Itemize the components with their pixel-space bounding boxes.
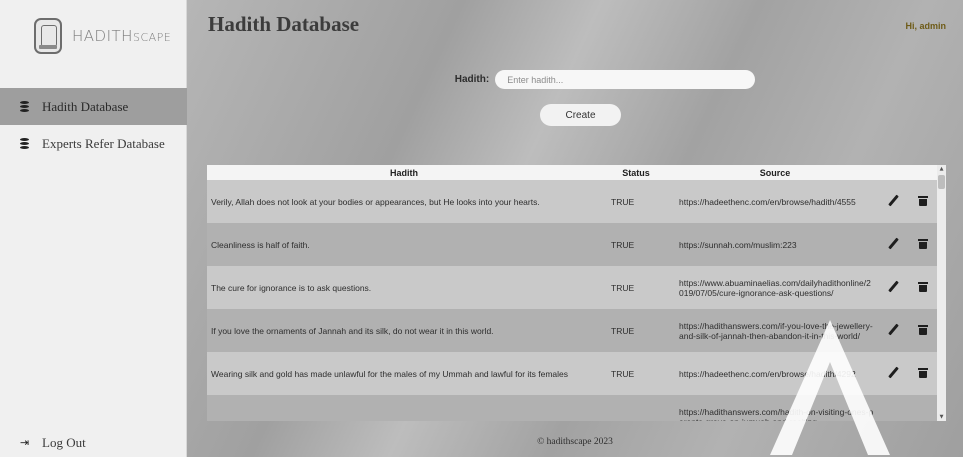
edit-button[interactable] [879,180,908,223]
pencil-icon [888,366,899,379]
table-row: Verily, Allah does not look at your bodi… [207,180,937,223]
hadith-cell: Cleanliness is half of faith. [211,239,310,250]
table-row: https://hadithanswers.com/hadith-on-visi… [207,395,937,421]
delete-button[interactable] [908,395,937,421]
delete-button[interactable] [908,309,937,352]
logout-button[interactable]: ⇥ Log Out [0,424,187,457]
database-icon [20,137,30,150]
status-cell: TRUE [611,325,635,336]
hadith-cell: The cure for ignorance is to ask questio… [211,282,372,293]
trash-icon [917,195,928,206]
pencil-icon [888,194,899,207]
sidebar-item-label: Experts Refer Database [42,135,165,151]
brand-name: HADITHSCAPE [72,27,172,45]
hadith-cell: Verily, Allah does not look at your bodi… [211,196,540,207]
status-cell: TRUE [611,239,635,250]
status-cell [601,395,671,421]
column-header-status[interactable]: Status [601,165,671,180]
logout-label: Log Out [42,434,86,450]
status-cell: TRUE [611,196,635,207]
database-icon [20,100,30,113]
hadith-cell: If you love the ornaments of Jannah and … [211,325,494,336]
scroll-down-arrow-icon[interactable]: ▼ [937,414,946,420]
trash-icon [917,281,928,292]
source-cell: https://hadithanswers.com/hadith-on-visi… [679,406,874,422]
status-cell: TRUE [611,282,635,293]
scroll-up-arrow-icon[interactable]: ▲ [937,166,946,172]
column-header-delete [908,165,937,180]
create-button[interactable]: Create [540,104,621,126]
source-cell: https://hadeethenc.com/en/browse/hadith/… [679,196,856,207]
source-cell: https://hadeethenc.com/en/browse/hadith/… [679,368,856,379]
edit-button[interactable] [879,309,908,352]
hadith-table: Hadith Status Source Verily, Allah does … [207,165,937,421]
hadith-table-container: Hadith Status Source Verily, Allah does … [207,165,946,421]
trash-icon [917,367,928,378]
edit-button[interactable] [879,352,908,395]
delete-button[interactable] [908,180,937,223]
scrollbar-thumb[interactable] [938,175,945,189]
main-content: Hadith Database Hi, admin Hadith: Create… [187,0,963,457]
trash-icon [917,238,928,249]
table-row: Wearing silk and gold has made unlawful … [207,352,937,395]
table-row: Cleanliness is half of faith. TRUE https… [207,223,937,266]
hadith-form: Hadith: [187,70,963,89]
hadith-input[interactable] [495,70,756,89]
user-greeting: Hi, admin [905,21,946,31]
hadith-label: Hadith: [454,74,490,85]
column-header-edit [879,165,908,180]
book-stand-icon [34,18,62,54]
table-header-row: Hadith Status Source [207,165,937,180]
hadith-cell [207,395,601,421]
table-row: The cure for ignorance is to ask questio… [207,266,937,309]
delete-button[interactable] [908,223,937,266]
table-scrollbar[interactable]: ▲ ▼ [937,165,946,421]
edit-button[interactable] [879,395,908,421]
pencil-icon [888,237,899,250]
trash-icon [917,324,928,335]
sidebar: HADITHSCAPE Hadith Database Experts Refe… [0,0,187,457]
source-cell: https://hadithanswers.com/if-you-love-th… [679,320,873,341]
edit-button[interactable] [879,223,908,266]
page-title: Hadith Database [208,12,360,36]
sign-out-icon: ⇥ [20,436,30,449]
column-header-hadith[interactable]: Hadith [207,165,601,180]
pencil-icon [888,280,899,293]
delete-button[interactable] [908,352,937,395]
pencil-icon [888,323,899,336]
edit-button[interactable] [879,266,908,309]
source-cell: https://sunnah.com/muslim:223 [679,239,797,250]
sidebar-item-label: Hadith Database [42,98,129,114]
sidebar-item-experts-refer-database[interactable]: Experts Refer Database [0,125,187,162]
hadith-cell: Wearing silk and gold has made unlawful … [211,368,569,379]
sidebar-item-hadith-database[interactable]: Hadith Database [0,88,187,125]
footer-copyright: © hadithscape 2023 [537,437,613,447]
column-header-source[interactable]: Source [671,165,879,180]
status-cell: TRUE [611,368,635,379]
table-row: If you love the ornaments of Jannah and … [207,309,937,352]
app-logo[interactable]: HADITHSCAPE [34,14,174,58]
source-cell: https://www.abuaminaelias.com/dailyhadit… [679,277,871,298]
delete-button[interactable] [908,266,937,309]
